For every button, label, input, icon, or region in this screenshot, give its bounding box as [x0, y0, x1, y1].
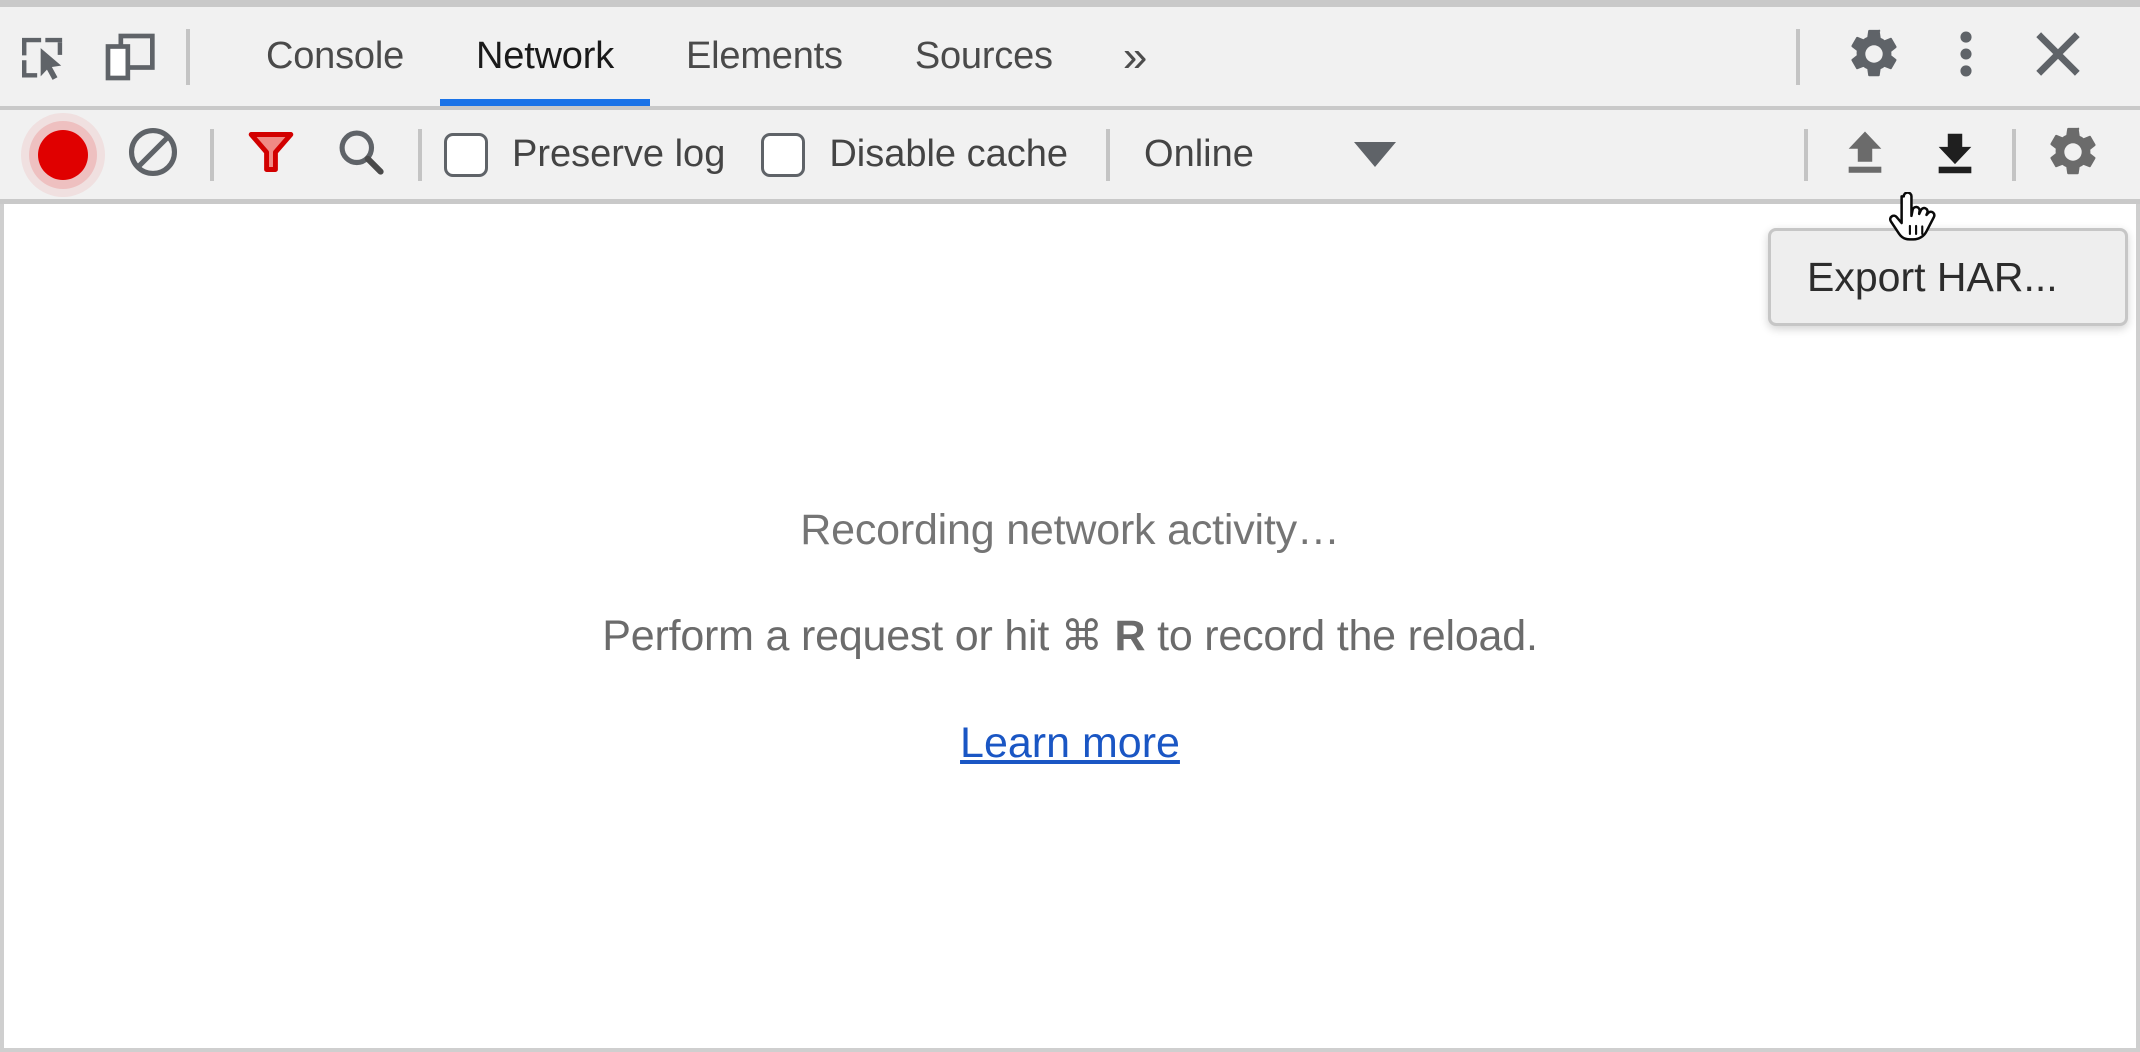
close-icon [2029, 25, 2087, 88]
device-toolbar-toggle-button[interactable] [86, 7, 172, 106]
network-empty-state: Recording network activity… Perform a re… [602, 506, 1538, 768]
network-toolbar-right-actions [1792, 110, 2140, 200]
tab-console[interactable]: Console [230, 7, 440, 106]
chevron-down-icon [1353, 142, 1396, 167]
tab-console-label: Console [266, 35, 405, 77]
export-har-tooltip: Export HAR... [1768, 228, 2128, 326]
throttling-dropdown[interactable]: Online [1136, 133, 1404, 176]
search-icon [333, 124, 389, 185]
more-tabs-button[interactable]: » [1089, 7, 1181, 106]
record-icon [38, 129, 88, 180]
empty-state-title: Recording network activity… [800, 506, 1340, 554]
filter-button[interactable] [226, 110, 316, 200]
dots-vertical-icon [1937, 25, 1995, 88]
preserve-log-checkbox[interactable]: Preserve log [434, 132, 735, 177]
learn-more-link[interactable]: Learn more [960, 719, 1180, 767]
gear-icon [1845, 25, 1903, 88]
devtools-tabbar: Console Network Elements Sources » [0, 7, 2140, 110]
upload-arrow-icon [1837, 124, 1893, 185]
tabbar-right-divider [1796, 28, 1800, 85]
disable-cache-checkbox-box[interactable] [761, 132, 806, 177]
tabbar-divider [186, 28, 190, 85]
devtools-window: Console Network Elements Sources » Prese… [0, 0, 2140, 1052]
inspect-cursor-icon [15, 29, 71, 85]
devtools-close-button[interactable] [2012, 11, 2104, 103]
tab-elements[interactable]: Elements [650, 7, 879, 106]
export-har-button[interactable] [1910, 110, 2000, 200]
disable-cache-label: Disable cache [829, 133, 1069, 175]
filter-funnel-icon [243, 124, 299, 185]
network-toolbar-divider-3 [1106, 128, 1111, 181]
network-toolbar-divider-4 [1804, 128, 1808, 181]
gear-icon [2044, 123, 2102, 186]
empty-state-subtitle-suffix: to record the reload. [1145, 612, 1538, 660]
inspect-element-button[interactable] [0, 7, 86, 106]
clear-no-entry-icon [125, 124, 181, 185]
devtools-tab-list: Console Network Elements Sources » [230, 7, 1181, 106]
network-toolbar-divider-5 [2012, 128, 2016, 181]
import-har-button[interactable] [1820, 110, 1910, 200]
device-toolbar-icon [101, 29, 157, 85]
devtools-settings-button[interactable] [1828, 11, 1920, 103]
preserve-log-checkbox-box[interactable] [444, 132, 488, 177]
record-network-log-button[interactable] [18, 110, 108, 200]
r-key-glyph: R [1114, 612, 1146, 660]
download-arrow-icon [1927, 124, 1983, 185]
tab-sources-label: Sources [914, 35, 1053, 77]
tab-sources[interactable]: Sources [879, 7, 1089, 106]
network-requests-panel: Recording network activity… Perform a re… [0, 204, 2140, 1052]
empty-state-subtitle: Perform a request or hit ⌘ R to record t… [602, 611, 1538, 661]
network-settings-button[interactable] [2028, 110, 2118, 200]
tab-network[interactable]: Network [440, 7, 650, 106]
search-button[interactable] [316, 110, 406, 200]
network-toolbar-divider-1 [210, 128, 214, 181]
window-top-edge [0, 0, 2140, 7]
throttling-value: Online [1144, 133, 1254, 175]
network-toolbar-divider-2 [418, 128, 422, 181]
command-key-glyph: ⌘ [1060, 612, 1103, 659]
empty-state-subtitle-prefix: Perform a request or hit [602, 612, 1061, 660]
devtools-more-options-button[interactable] [1920, 11, 2012, 103]
network-toolbar: Preserve log Disable cache Online [0, 110, 2140, 204]
disable-cache-checkbox[interactable]: Disable cache [751, 132, 1078, 177]
chevron-double-right-icon: » [1122, 31, 1148, 81]
export-har-tooltip-label: Export HAR... [1807, 253, 2058, 300]
tab-network-label: Network [476, 35, 614, 77]
tab-elements-label: Elements [686, 35, 843, 77]
preserve-log-label: Preserve log [512, 133, 726, 175]
tabbar-right-actions [1796, 7, 2140, 106]
clear-network-log-button[interactable] [108, 110, 198, 200]
